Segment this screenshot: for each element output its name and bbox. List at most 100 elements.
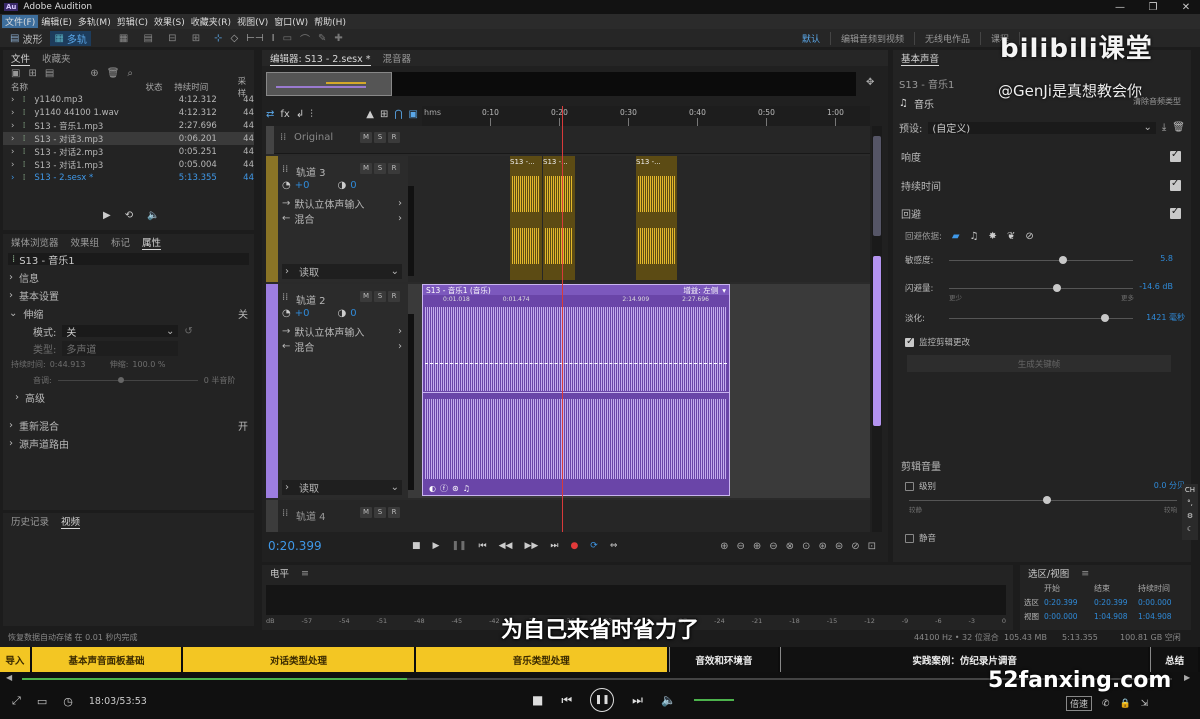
solo-button[interactable]: S: [374, 162, 386, 174]
open-file-icon[interactable]: ▣: [11, 68, 20, 79]
menu-item-0[interactable]: 文件(F): [2, 15, 39, 28]
record-button[interactable]: R: [388, 506, 400, 518]
pan-knob-icon[interactable]: ◑: [337, 308, 346, 319]
waveform-view-button[interactable]: ▤ 波形: [10, 31, 42, 46]
time-select-tool-icon[interactable]: I: [272, 33, 275, 44]
sensitivity-slider[interactable]: [949, 256, 1133, 264]
close-icon[interactable]: ✕: [1172, 2, 1200, 13]
clip-dialogue-1[interactable]: S13 -...: [510, 156, 542, 280]
ducking-checkbox[interactable]: [1170, 206, 1181, 219]
prop-basic[interactable]: › 基本设置: [3, 286, 254, 304]
level-toggle[interactable]: 级别: [905, 480, 1185, 492]
chapter-item[interactable]: 音乐类型处理: [415, 647, 667, 672]
volume-knob-icon[interactable]: ◔: [282, 180, 291, 191]
clip-fx-icon[interactable]: ⓕ: [440, 483, 448, 494]
chapter-item[interactable]: 对话类型处理: [183, 647, 414, 672]
chapter-item[interactable]: 音效和环境音: [668, 647, 779, 672]
razor-tool-icon[interactable]: ◇: [231, 33, 239, 44]
play-preview-icon[interactable]: ▶: [103, 210, 111, 221]
solo-button[interactable]: S: [374, 290, 386, 302]
prop-stretch[interactable]: ⌄ 伸缩关: [3, 304, 254, 322]
delete-preset-icon[interactable]: 🗑: [1172, 122, 1185, 133]
loop-button[interactable]: ⟳: [590, 541, 598, 551]
record-transport-button[interactable]: ●: [570, 541, 578, 551]
workspace-0[interactable]: 默认: [792, 31, 831, 45]
clip-music[interactable]: S13 - 音乐1 (音乐) 增益: 左侧 ▾ 0:01.018 0:01.47…: [422, 284, 730, 496]
fullscreen-icon[interactable]: ⤢: [12, 694, 21, 708]
zoom-selection-in-icon[interactable]: ⊜: [835, 541, 843, 552]
tab-properties[interactable]: 属性: [142, 235, 162, 250]
metronome-icon[interactable]: ▲: [366, 109, 374, 120]
stretch-mode-select[interactable]: 关 ⌄: [62, 325, 179, 339]
snap-icon[interactable]: ⋂: [394, 109, 402, 120]
duck-music-icon[interactable]: ♫: [970, 231, 979, 242]
play-button[interactable]: ▶: [433, 541, 440, 551]
playhead[interactable]: [562, 106, 563, 532]
zoom-tracks-icon[interactable]: ⊘: [851, 541, 859, 552]
duck-ambience-icon[interactable]: ❦: [1007, 231, 1015, 242]
tab-effects-group[interactable]: 效果组: [71, 235, 100, 249]
clip-stretch-icon[interactable]: ⊛: [452, 484, 459, 493]
autoplay-icon[interactable]: 🔈: [147, 210, 159, 221]
session-overview[interactable]: [266, 72, 856, 96]
chevron-right-icon[interactable]: ›: [11, 173, 23, 183]
multitrack-view-button[interactable]: ▦ 多轨: [50, 30, 91, 46]
eq-icon[interactable]: ⫶: [310, 109, 313, 120]
next-icon[interactable]: ⏭: [632, 693, 643, 708]
volume-icon[interactable]: 🔈: [661, 693, 676, 707]
phone-icon[interactable]: ✆: [1102, 699, 1110, 709]
tab-mixer[interactable]: 混音器: [383, 51, 412, 65]
skip-selection-button[interactable]: ⇔: [610, 541, 618, 551]
menu-item-6[interactable]: 视图(V): [234, 15, 271, 28]
mute-toggle[interactable]: 静音: [905, 532, 936, 544]
file-row[interactable]: › ⁞ S13 - 对话3.mp3 0:06.201 44: [3, 132, 254, 145]
insert-icon[interactable]: ⊕: [90, 68, 98, 79]
chevron-right-icon[interactable]: ›: [11, 134, 23, 144]
clip-music-icon[interactable]: ♫: [463, 484, 470, 493]
chevron-right-icon[interactable]: ›: [11, 147, 23, 157]
es-ducking[interactable]: 回避: [901, 206, 1181, 221]
level-checkbox[interactable]: [905, 481, 914, 491]
file-row[interactable]: › ⁞ S13 - 对话2.mp3 0:05.251 44: [3, 145, 254, 158]
duck-unassigned-icon[interactable]: ⊘: [1025, 231, 1033, 242]
inputs-outputs-icon[interactable]: ⇄: [266, 109, 274, 120]
level-slider[interactable]: [909, 496, 1177, 504]
zoom-in-time-icon[interactable]: ⊕: [753, 541, 761, 552]
new-file-icon[interactable]: ▤: [45, 68, 54, 79]
duration-checkbox[interactable]: [1170, 178, 1181, 191]
menu-item-2[interactable]: 多轨(M): [75, 15, 114, 28]
workspace-1[interactable]: 编辑音频到视频: [831, 31, 915, 45]
go-to-end-button[interactable]: ⏭: [550, 541, 558, 551]
current-time[interactable]: 0:20.399: [268, 539, 412, 553]
skip-icon[interactable]: ▣: [409, 109, 418, 120]
speed-button[interactable]: 倍速: [1066, 696, 1093, 711]
effects-icon[interactable]: fx: [280, 109, 289, 120]
menu-item-7[interactable]: 窗口(W): [271, 15, 311, 28]
prev-chapter-icon[interactable]: ◀: [6, 673, 12, 682]
chevron-right-icon[interactable]: ›: [11, 121, 23, 131]
go-to-start-button[interactable]: ⏮: [479, 541, 487, 551]
zoom-fit-icon[interactable]: ⊡: [868, 541, 876, 552]
clip-dialogue-3[interactable]: S13 -...: [636, 156, 677, 280]
workspace-2[interactable]: 无线电作品: [915, 31, 981, 45]
es-duration[interactable]: 持续时间: [901, 178, 1181, 193]
lasso-tool-icon[interactable]: ⌒: [300, 31, 310, 46]
file-row[interactable]: › ⁞ y1140 44100 1.wav 4:12.312 44: [3, 106, 254, 119]
track-output-select[interactable]: ← 混合 ›: [282, 211, 402, 226]
clock-icon[interactable]: ◷: [63, 695, 73, 708]
prop-info[interactable]: › 信息: [3, 268, 254, 286]
volume-slider[interactable]: [693, 699, 734, 701]
previous-icon[interactable]: ⏮: [561, 693, 572, 708]
track-output-select[interactable]: ← 混合 ›: [282, 339, 402, 354]
zoom-to-time-icon[interactable]: ✥: [866, 77, 874, 88]
menu-item-8[interactable]: 帮助(H): [311, 15, 349, 28]
chapter-item[interactable]: 基本声音面板基础: [31, 647, 182, 672]
solo-button[interactable]: S: [374, 131, 386, 143]
delete-icon[interactable]: 🗑: [107, 68, 120, 79]
loudness-checkbox[interactable]: [1170, 149, 1181, 162]
tab-editor[interactable]: 编辑器: S13 - 2.sesx *: [270, 51, 371, 66]
mute-button[interactable]: M: [360, 162, 372, 174]
prop-remix[interactable]: › 重新混合开: [3, 416, 254, 434]
heal-tool-icon[interactable]: ✚: [334, 33, 342, 44]
clip-dialogue-2[interactable]: S13 -...: [543, 156, 575, 280]
